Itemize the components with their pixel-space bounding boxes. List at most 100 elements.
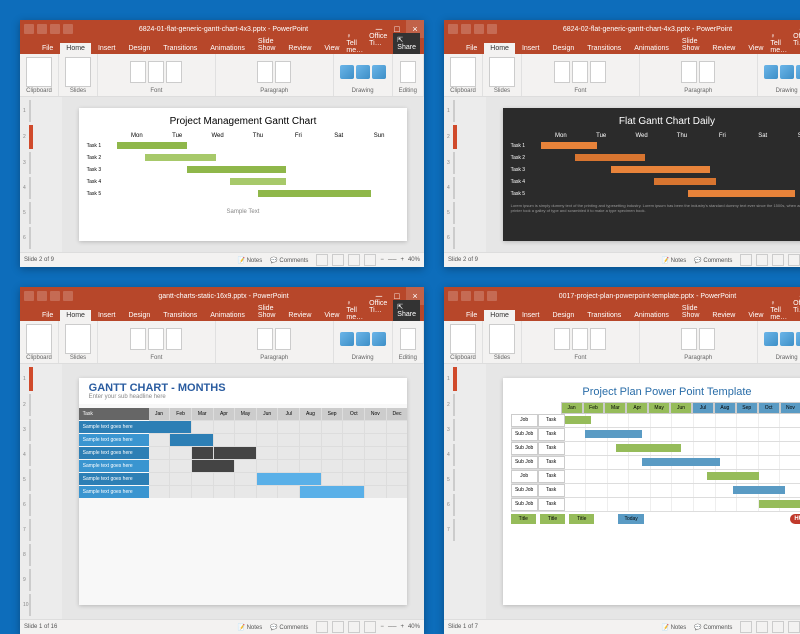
slide-thumb[interactable] <box>29 544 31 566</box>
slide-thumb[interactable] <box>29 367 33 391</box>
office-link[interactable]: Office Ti… <box>793 300 800 321</box>
tab-design[interactable]: Design <box>122 310 156 321</box>
para-btn[interactable] <box>257 328 273 350</box>
tab-view[interactable]: View <box>742 43 769 54</box>
font-btn[interactable] <box>166 328 182 350</box>
slide-canvas[interactable]: Project Management Gantt ChartMonTueWedT… <box>79 108 408 240</box>
slide-thumb[interactable] <box>453 444 455 466</box>
quickstyles-icon[interactable] <box>372 65 386 79</box>
slide-thumb[interactable] <box>29 227 31 249</box>
slide-thumb[interactable] <box>453 125 457 149</box>
office-link[interactable]: Office Ti… <box>793 33 800 54</box>
tab-transitions[interactable]: Transitions <box>157 43 203 54</box>
slide-thumb[interactable] <box>29 419 31 441</box>
slide-thumb[interactable] <box>453 227 455 249</box>
tab-animations[interactable]: Animations <box>204 43 251 54</box>
start-icon[interactable] <box>63 291 73 301</box>
tab-slide-show[interactable]: Slide Show <box>252 303 282 321</box>
font-btn[interactable] <box>590 328 606 350</box>
notes-button[interactable]: 📝 Notes <box>661 257 686 264</box>
slide-thumb[interactable] <box>453 394 455 416</box>
quickstyles-icon[interactable] <box>796 65 800 79</box>
arrange-icon[interactable] <box>356 332 370 346</box>
view-reading[interactable] <box>348 254 360 266</box>
shapes-icon[interactable] <box>340 332 354 346</box>
paste-button[interactable] <box>450 324 476 354</box>
view-normal[interactable] <box>316 621 328 633</box>
tab-review[interactable]: Review <box>706 43 741 54</box>
view-sorter[interactable] <box>332 254 344 266</box>
tab-file[interactable]: File <box>460 310 483 321</box>
view-normal[interactable] <box>316 254 328 266</box>
tab-home[interactable]: Home <box>60 43 91 54</box>
share-button[interactable]: ⇱ Share <box>393 300 420 321</box>
tab-file[interactable]: File <box>36 43 59 54</box>
shapes-icon[interactable] <box>340 65 354 79</box>
tab-transitions[interactable]: Transitions <box>581 310 627 321</box>
notes-button[interactable]: 📝 Notes <box>661 624 686 631</box>
view-slideshow[interactable] <box>364 254 376 266</box>
save-icon[interactable] <box>448 24 458 34</box>
arrange-icon[interactable] <box>780 332 794 346</box>
para-btn[interactable] <box>681 328 697 350</box>
slide-thumb[interactable] <box>29 469 31 491</box>
tell-me[interactable]: ♀ Tell me… <box>346 300 363 321</box>
slide-canvas[interactable]: Flat Gantt Chart DailyMonTueWedThuFriSat… <box>503 108 800 240</box>
shapes-icon[interactable] <box>764 65 778 79</box>
slide-thumb[interactable] <box>453 494 455 516</box>
tab-insert[interactable]: Insert <box>92 43 122 54</box>
view-slideshow[interactable] <box>788 621 800 633</box>
office-link[interactable]: Office Ti… <box>369 300 387 321</box>
edit-btn[interactable] <box>400 61 416 83</box>
slide-thumb[interactable] <box>453 100 455 122</box>
font-btn[interactable] <box>572 328 588 350</box>
comments-button[interactable]: 💬 Comments <box>694 624 732 631</box>
slide-thumb[interactable] <box>453 469 455 491</box>
slide-thumb[interactable] <box>29 519 31 541</box>
font-btn[interactable] <box>166 61 182 83</box>
para-btn[interactable] <box>699 328 715 350</box>
view-sorter[interactable] <box>756 621 768 633</box>
tab-insert[interactable]: Insert <box>516 310 546 321</box>
slide-thumb[interactable] <box>29 394 31 416</box>
zoom-in[interactable]: + <box>400 257 404 263</box>
redo-icon[interactable] <box>50 291 60 301</box>
paste-button[interactable] <box>26 324 52 354</box>
tab-animations[interactable]: Animations <box>204 310 251 321</box>
font-btn[interactable] <box>554 328 570 350</box>
slide-thumb[interactable] <box>29 125 33 149</box>
font-btn[interactable] <box>148 61 164 83</box>
tab-insert[interactable]: Insert <box>92 310 122 321</box>
zoom-in[interactable]: + <box>400 624 404 630</box>
tab-design[interactable]: Design <box>546 310 580 321</box>
slide-thumb[interactable] <box>29 494 31 516</box>
tab-file[interactable]: File <box>460 43 483 54</box>
font-btn[interactable] <box>130 328 146 350</box>
slide-thumb[interactable] <box>29 569 31 591</box>
slide-thumb[interactable] <box>453 419 455 441</box>
save-icon[interactable] <box>24 291 34 301</box>
slide-thumb[interactable] <box>29 444 31 466</box>
slide-thumb[interactable] <box>453 367 457 391</box>
paste-button[interactable] <box>450 57 476 87</box>
undo-icon[interactable] <box>37 24 47 34</box>
start-icon[interactable] <box>487 24 497 34</box>
tab-file[interactable]: File <box>36 310 59 321</box>
tab-home[interactable]: Home <box>484 43 515 54</box>
font-btn[interactable] <box>148 328 164 350</box>
new-slide-button[interactable] <box>65 324 91 354</box>
tab-view[interactable]: View <box>318 310 345 321</box>
redo-icon[interactable] <box>474 291 484 301</box>
notes-button[interactable]: 📝 Notes <box>237 624 262 631</box>
para-btn[interactable] <box>681 61 697 83</box>
view-slideshow[interactable] <box>364 621 376 633</box>
tab-transitions[interactable]: Transitions <box>581 43 627 54</box>
tab-review[interactable]: Review <box>706 310 741 321</box>
slide-canvas[interactable]: Project Plan Power Point TemplateJanFebM… <box>503 378 800 605</box>
slide-thumb[interactable] <box>29 594 31 616</box>
view-reading[interactable] <box>772 254 784 266</box>
tab-animations[interactable]: Animations <box>628 310 675 321</box>
share-button[interactable]: ⇱ Share <box>393 33 420 54</box>
comments-button[interactable]: 💬 Comments <box>270 257 308 264</box>
comments-button[interactable]: 💬 Comments <box>270 624 308 631</box>
